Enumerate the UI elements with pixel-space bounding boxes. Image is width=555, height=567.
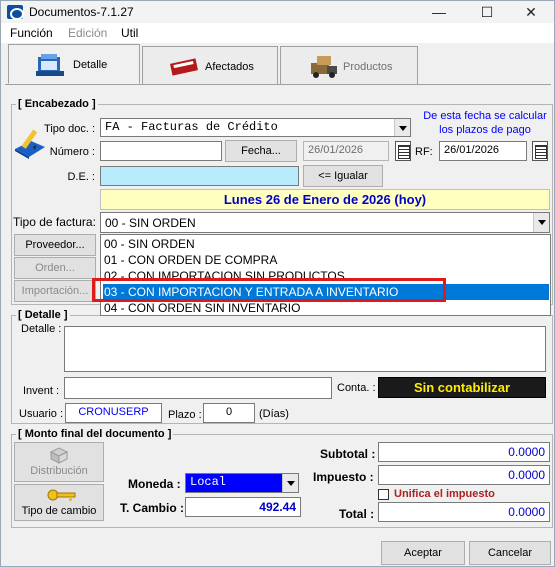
dropdown-option[interactable]: 00 - SIN ORDEN	[103, 236, 549, 252]
unifica-checkbox[interactable]	[378, 489, 389, 500]
cancelar-button[interactable]: Cancelar	[469, 541, 551, 565]
rf-calendar-icon[interactable]	[532, 141, 548, 161]
fecha-input[interactable]: 26/01/2026	[303, 141, 389, 161]
tipo-doc-value: FA - Facturas de Crédito	[105, 120, 278, 134]
tipo-factura-value: 00 - SIN ORDEN	[105, 216, 196, 230]
tipo-doc-select[interactable]: FA - Facturas de Crédito	[100, 118, 411, 137]
tipo-factura-select[interactable]: 00 - SIN ORDEN	[100, 212, 550, 233]
subtotal-label: Subtotal :	[320, 447, 376, 461]
conta-status: Sin contabilizar	[378, 377, 546, 398]
rf-label: RF:	[415, 146, 433, 158]
maximize-button[interactable]: ☐	[464, 1, 510, 23]
detalle-group-title: [ Detalle ]	[16, 309, 70, 321]
tab-detalle[interactable]: Detalle	[8, 44, 140, 84]
highlight-box	[92, 278, 446, 302]
numero-input[interactable]	[100, 141, 222, 161]
dias-label: (Días)	[259, 408, 289, 420]
afectados-tab-icon	[170, 58, 198, 76]
tcambio-label: T. Cambio :	[120, 501, 185, 515]
invent-label: Invent :	[23, 385, 60, 397]
app-icon	[7, 5, 24, 20]
numero-label: Número :	[49, 146, 95, 158]
tab-afectados[interactable]: Afectados	[142, 46, 278, 84]
moneda-select[interactable]: Local	[185, 473, 299, 493]
tab-detalle-label: Detalle	[73, 59, 108, 71]
date-banner: Lunes 26 de Enero de 2026 (hoy)	[100, 189, 550, 210]
menu-bar: Función Edición Util	[1, 23, 554, 43]
tab-afectados-label: Afectados	[205, 61, 254, 73]
de-label: D.E. :	[67, 171, 95, 183]
menu-util[interactable]: Util	[121, 26, 138, 40]
minimize-button[interactable]: —	[416, 1, 462, 23]
subtotal-value: 0.0000	[378, 442, 550, 462]
detalle-label: Detalle :	[21, 323, 62, 335]
total-label: Total :	[339, 507, 375, 521]
chevron-down-icon[interactable]	[282, 474, 298, 492]
unifica-label: Unifica el impuesto	[394, 488, 495, 500]
proveedor-button[interactable]: Proveedor...	[14, 234, 96, 256]
tipo-doc-label: Tipo doc. :	[44, 123, 95, 135]
key-icon	[47, 489, 76, 501]
tipo-cambio-label: Tipo de cambio	[21, 505, 97, 517]
dropdown-option[interactable]: 04 - CON ORDEN SIN INVENTARIO	[103, 300, 549, 314]
tab-productos-label: Productos	[343, 61, 393, 73]
impuesto-label: Impuesto :	[313, 470, 374, 484]
distribucion-label: Distribución	[30, 465, 88, 477]
productos-tab-icon	[311, 56, 337, 78]
impuesto-value: 0.0000	[378, 465, 550, 485]
fecha-button[interactable]: Fecha...	[225, 140, 297, 162]
chevron-down-icon[interactable]	[394, 119, 410, 136]
importacion-button[interactable]: Importación...	[14, 280, 96, 302]
rf-input[interactable]: 26/01/2026	[439, 141, 527, 161]
plazos-note: De esta fecha se calcular los plazos de …	[423, 110, 547, 136]
encabezado-group-title: [ Encabezado ]	[16, 98, 98, 110]
tipo-factura-dropdown: 00 - SIN ORDEN 01 - CON ORDEN DE COMPRA …	[100, 234, 551, 316]
menu-funcion[interactable]: Función	[10, 26, 53, 40]
distribucion-icon	[49, 447, 69, 464]
chevron-down-icon[interactable]	[533, 213, 549, 232]
moneda-value: Local	[190, 475, 227, 489]
tcambio-input[interactable]: 492.44	[185, 497, 301, 517]
orden-button[interactable]: Orden...	[14, 257, 96, 279]
usuario-label: Usuario :	[19, 408, 64, 420]
aceptar-button[interactable]: Aceptar	[381, 541, 465, 565]
title-bar: Documentos-7.1.27 — ☐ ✕	[1, 1, 554, 23]
usuario-value: CRONUSERP	[65, 403, 162, 423]
documentos-window: Documentos-7.1.27 — ☐ ✕ Función Edición …	[0, 0, 555, 567]
moneda-label: Moneda :	[128, 477, 181, 491]
detalle-textarea[interactable]	[64, 326, 546, 372]
invent-input[interactable]	[64, 377, 332, 399]
monto-group-title: [ Monto final del documento ]	[16, 428, 174, 440]
igualar-button[interactable]: <= Igualar	[303, 165, 383, 187]
distribucion-button[interactable]: Distribución	[14, 442, 104, 482]
calendar-icon[interactable]	[395, 141, 411, 161]
tab-productos[interactable]: Productos	[280, 46, 418, 84]
menu-edicion[interactable]: Edición	[68, 26, 107, 40]
close-button[interactable]: ✕	[508, 1, 554, 23]
de-input[interactable]	[100, 166, 299, 186]
tipo-factura-label: Tipo de factura:	[13, 215, 96, 229]
dropdown-option[interactable]: 01 - CON ORDEN DE COMPRA	[103, 252, 549, 268]
detalle-tab-icon	[36, 54, 64, 76]
plazo-input[interactable]: 0	[203, 403, 255, 423]
conta-label: Conta. :	[337, 382, 376, 394]
plazo-label: Plazo :	[168, 409, 202, 421]
window-title: Documentos-7.1.27	[29, 5, 134, 19]
total-value: 0.0000	[378, 502, 550, 522]
tipo-cambio-button[interactable]: Tipo de cambio	[14, 484, 104, 521]
